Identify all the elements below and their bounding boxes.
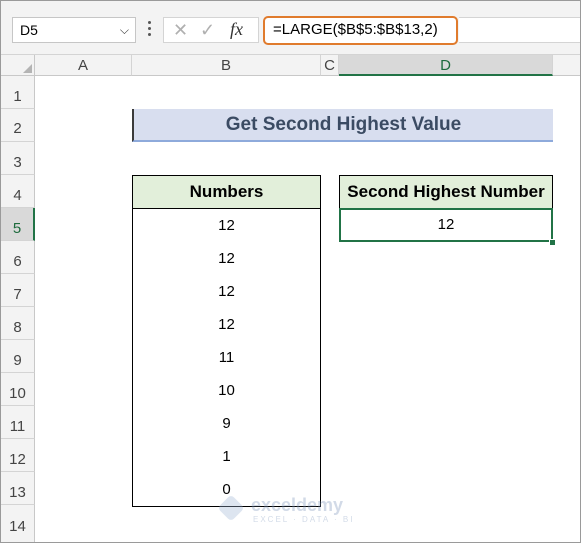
result-cell-d5[interactable]: 12 — [339, 208, 553, 242]
number-cell[interactable]: 12 — [132, 308, 321, 342]
row-header-8[interactable]: 8 — [1, 307, 35, 340]
row-header-9[interactable]: 9 — [1, 340, 35, 373]
number-cell[interactable]: 12 — [132, 275, 321, 309]
sheet-title: Get Second Highest Value — [132, 109, 553, 142]
number-cell[interactable]: 12 — [132, 242, 321, 276]
insert-function-icon[interactable]: fx — [230, 19, 243, 40]
numbers-header: Numbers — [132, 175, 321, 209]
formula-bar: D5 ⌵ ✕ ✓ fx =LARGE($B$5:$B$13,2) — [1, 1, 580, 55]
name-box-value: D5 — [20, 22, 38, 38]
cancel-icon[interactable]: ✕ — [173, 20, 188, 41]
watermark-logo: exceldemy EXCEL · DATA · BI — [217, 493, 369, 527]
fill-handle[interactable] — [549, 239, 556, 246]
number-cell[interactable]: 1 — [132, 440, 321, 474]
row-header-5[interactable]: 5 — [1, 208, 35, 241]
number-cell[interactable]: 9 — [132, 407, 321, 441]
number-cell[interactable]: 10 — [132, 374, 321, 408]
exceldemy-logo-icon — [217, 494, 245, 522]
row-header-14[interactable]: 14 — [1, 505, 35, 542]
row-header-2[interactable]: 2 — [1, 109, 35, 142]
number-cell[interactable]: 11 — [132, 341, 321, 375]
select-all-corner[interactable] — [1, 55, 35, 76]
formula-input-extension[interactable] — [459, 17, 580, 43]
row-header-12[interactable]: 12 — [1, 439, 35, 472]
name-box[interactable]: D5 ⌵ — [12, 17, 136, 43]
row-header-1[interactable]: 1 — [1, 76, 35, 109]
result-header: Second Highest Number — [339, 175, 553, 209]
chevron-down-icon[interactable]: ⌵ — [120, 18, 129, 42]
watermark-tagline: EXCEL · DATA · BI — [253, 515, 355, 524]
row-header-10[interactable]: 10 — [1, 373, 35, 406]
row-header-11[interactable]: 11 — [1, 406, 35, 439]
row-header-7[interactable]: 7 — [1, 274, 35, 307]
formula-input[interactable]: =LARGE($B$5:$B$13,2) — [263, 16, 458, 45]
column-header-b[interactable]: B — [132, 55, 321, 76]
column-header-a[interactable]: A — [35, 55, 132, 76]
row-header-4[interactable]: 4 — [1, 175, 35, 208]
column-header-c[interactable]: C — [321, 55, 339, 76]
spreadsheet-window: D5 ⌵ ✕ ✓ fx =LARGE($B$5:$B$13,2) A B C D… — [0, 0, 581, 543]
row-header-3[interactable]: 3 — [1, 142, 35, 175]
formula-buttons: ✕ ✓ fx — [163, 17, 259, 43]
column-header-next[interactable] — [553, 55, 580, 76]
row-header-13[interactable]: 13 — [1, 472, 35, 505]
more-options-icon[interactable] — [146, 18, 152, 42]
row-header-6[interactable]: 6 — [1, 241, 35, 274]
enter-icon[interactable]: ✓ — [200, 20, 215, 41]
number-cell[interactable]: 12 — [132, 209, 321, 243]
watermark-name: exceldemy — [251, 495, 344, 515]
column-header-d[interactable]: D — [339, 55, 553, 76]
